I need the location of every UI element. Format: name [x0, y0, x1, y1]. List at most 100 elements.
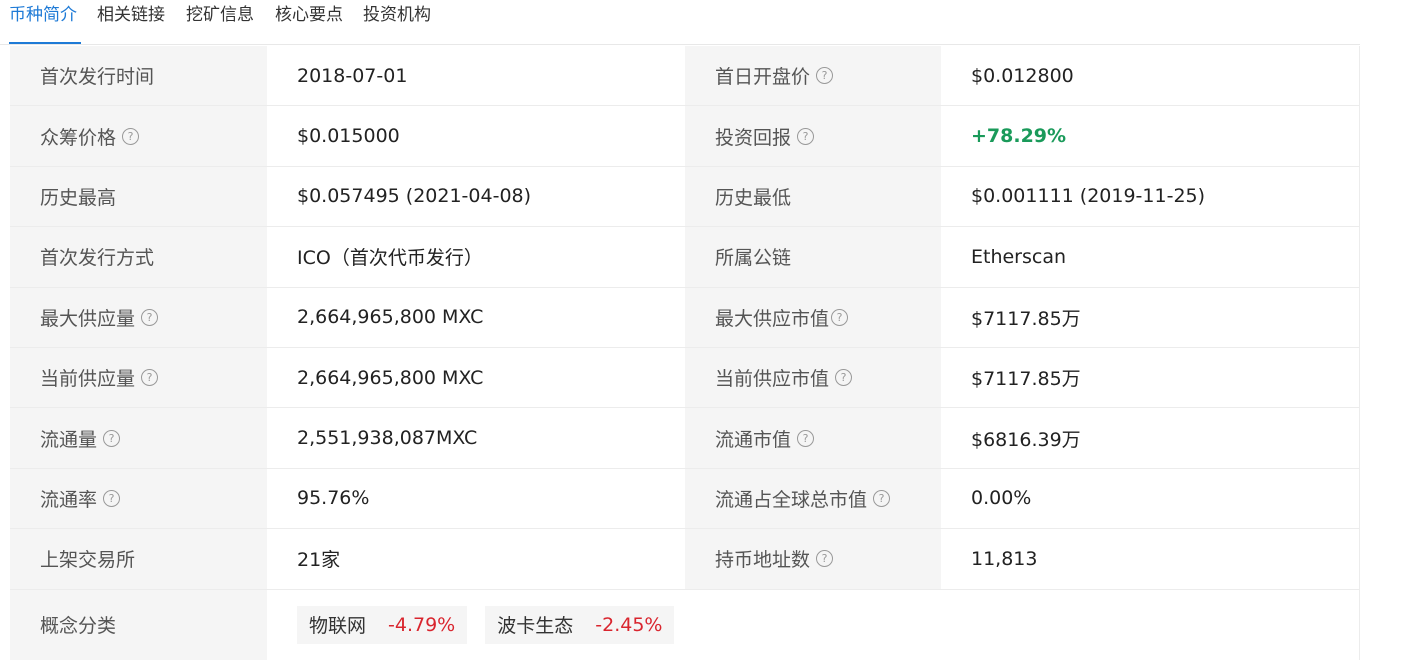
row-label: 历史最低	[685, 166, 941, 227]
info-row: 首次发行时间 2018-07-01 首日开盘价? $0.012800	[10, 46, 1360, 107]
label-text: 历史最低	[715, 186, 792, 209]
value-text: $0.015000	[297, 125, 400, 148]
label-text: 流通市值	[715, 428, 792, 451]
tab-investors[interactable]: 投资机构	[363, 4, 431, 26]
help-icon[interactable]: ?	[816, 550, 834, 568]
info-row: 当前供应量? 2,664,965,800 MXC 当前供应市值? $7117.8…	[10, 347, 1360, 409]
label-text: 流通占全球总市值	[715, 488, 868, 511]
row-value: $7117.85万	[941, 287, 1360, 347]
row-value: +78.29%	[941, 106, 1360, 166]
label-text: 当前供应量	[40, 368, 136, 391]
help-icon[interactable]: ?	[141, 369, 159, 387]
row-value: 95.76%	[267, 468, 685, 529]
row-label: 所属公链	[685, 227, 941, 287]
value-text: $7117.85万	[971, 307, 1081, 330]
help-icon[interactable]: ?	[103, 429, 121, 447]
value-text: $7117.85万	[971, 368, 1081, 391]
row-value: 2018-07-01	[267, 46, 685, 106]
tag-name: 物联网	[309, 615, 367, 638]
row-label: 众筹价格?	[10, 106, 267, 166]
tab-key-points[interactable]: 核心要点	[275, 4, 343, 26]
row-label: 最大供应市值?	[685, 287, 941, 347]
row-value: 2,664,965,800 MXC	[267, 287, 685, 347]
row-label: 上架交易所	[10, 529, 267, 589]
concept-tag-iot[interactable]: 物联网 -4.79%	[297, 605, 468, 644]
value-text: ICO（首次代币发行）	[297, 247, 483, 270]
row-label: 最大供应量?	[10, 287, 267, 347]
tag-name: 波卡生态	[497, 615, 574, 638]
help-icon[interactable]: ?	[816, 67, 834, 85]
row-value: Etherscan	[941, 227, 1360, 287]
label-text: 首日开盘价	[715, 66, 811, 89]
row-label: 流通率?	[10, 468, 267, 529]
tag-change: -4.79%	[388, 613, 456, 636]
row-label: 流通占全球总市值?	[685, 468, 941, 529]
row-label: 首次发行方式	[10, 227, 267, 287]
value-text: 2,551,938,087MXC	[297, 427, 478, 450]
row-label: 投资回报?	[685, 106, 941, 166]
row-value: $7117.85万	[941, 347, 1360, 408]
row-label: 当前供应市值?	[685, 347, 941, 408]
info-row: 流通量? 2,551,938,087MXC 流通市值? $6816.39万	[10, 408, 1360, 469]
label-text: 最大供应量	[40, 307, 136, 330]
concept-tags: 物联网 -4.79% 波卡生态 -2.45%	[267, 589, 1360, 660]
row-value: 11,813	[941, 529, 1360, 589]
label-text: 当前供应市值	[715, 368, 830, 391]
label-text: 持币地址数	[715, 549, 811, 572]
label-text: 所属公链	[715, 247, 792, 270]
label-text: 流通量	[40, 428, 98, 451]
concept-row: 概念分类 物联网 -4.79% 波卡生态 -2.45%	[10, 589, 1360, 660]
value-text: $0.057495 (2021-04-08)	[297, 185, 532, 208]
info-row: 首次发行方式 ICO（首次代币发行） 所属公链 Etherscan	[10, 227, 1360, 288]
row-label: 首次发行时间	[10, 46, 267, 106]
tab-mining[interactable]: 挖矿信息	[186, 4, 254, 26]
row-value: 2,664,965,800 MXC	[267, 347, 685, 408]
tab-bar: 币种简介 相关链接 挖矿信息 核心要点 投资机构	[0, 0, 1360, 45]
row-label: 流通市值?	[685, 408, 941, 468]
row-value: ICO（首次代币发行）	[267, 227, 685, 287]
info-grid: 首次发行时间 2018-07-01 首日开盘价? $0.012800 众筹价格?…	[10, 46, 1360, 660]
info-row: 最大供应量? 2,664,965,800 MXC 最大供应市值? $7117.8…	[10, 287, 1360, 348]
value-text: Etherscan	[971, 245, 1067, 268]
investment-return-value: +78.29%	[971, 125, 1067, 148]
tab-links[interactable]: 相关链接	[97, 4, 165, 26]
tag-change: -2.45%	[595, 613, 663, 636]
row-value: 2,551,938,087MXC	[267, 408, 685, 468]
value-text: $0.012800	[971, 64, 1074, 87]
label-text: 首次发行时间	[40, 66, 155, 89]
row-value: $6816.39万	[941, 408, 1360, 468]
label-text: 首次发行方式	[40, 247, 155, 270]
row-label: 历史最高	[10, 166, 267, 227]
help-icon[interactable]: ?	[873, 489, 891, 507]
help-icon[interactable]: ?	[141, 308, 159, 326]
active-tab-underline	[9, 42, 81, 44]
label-text: 众筹价格	[40, 126, 117, 149]
label-text: 上架交易所	[40, 549, 136, 572]
value-text: 2,664,965,800 MXC	[297, 306, 484, 329]
concept-tag-polkadot[interactable]: 波卡生态 -2.45%	[485, 605, 675, 644]
info-row: 众筹价格? $0.015000 投资回报? +78.29%	[10, 106, 1360, 167]
row-label: 流通量?	[10, 408, 267, 468]
value-text: 21家	[297, 549, 341, 572]
value-text: 11,813	[971, 547, 1038, 570]
help-icon[interactable]: ?	[797, 429, 815, 447]
row-value: 21家	[267, 529, 685, 589]
label-text: 投资回报	[715, 126, 792, 149]
help-icon[interactable]: ?	[797, 127, 815, 145]
value-text: 0.00%	[971, 487, 1032, 510]
row-value: $0.057495 (2021-04-08)	[267, 166, 685, 227]
help-icon[interactable]: ?	[835, 369, 853, 387]
row-label: 首日开盘价?	[685, 46, 941, 106]
value-text: 2,664,965,800 MXC	[297, 366, 484, 389]
label-text: 历史最高	[40, 186, 117, 209]
info-row: 历史最高 $0.057495 (2021-04-08) 历史最低 $0.0011…	[10, 166, 1360, 228]
help-icon[interactable]: ?	[122, 127, 140, 145]
help-icon[interactable]: ?	[831, 308, 849, 326]
row-value: $0.015000	[267, 106, 685, 166]
help-icon[interactable]: ?	[103, 489, 121, 507]
tab-intro[interactable]: 币种简介	[9, 4, 77, 26]
label-text: 最大供应市值	[715, 307, 830, 330]
row-value: $0.001111 (2019-11-25)	[941, 166, 1360, 227]
row-value: 0.00%	[941, 468, 1360, 529]
row-label: 持币地址数?	[685, 529, 941, 589]
